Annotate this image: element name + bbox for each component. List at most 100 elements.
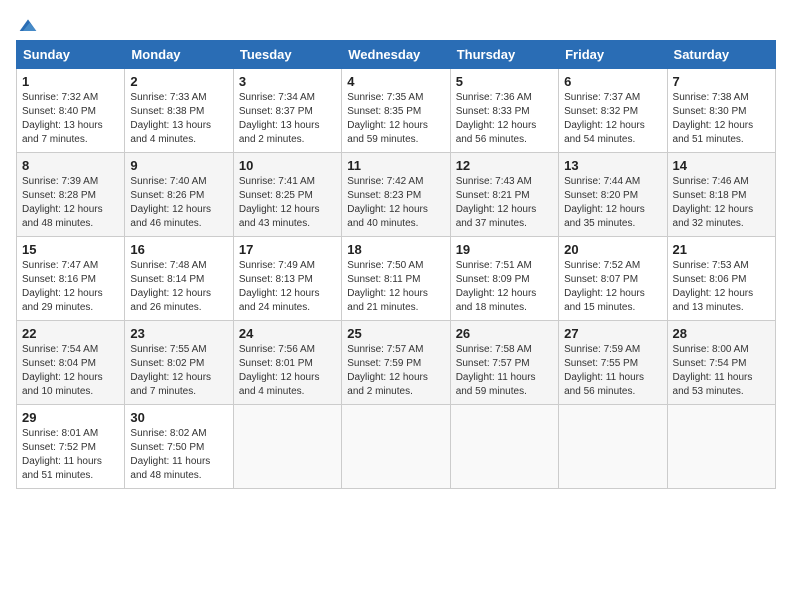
day-info: Sunrise: 7:57 AMSunset: 7:59 PMDaylight:… [347,343,444,399]
logo-icon [18,16,38,36]
calendar-table: SundayMondayTuesdayWednesdayThursdayFrid… [16,40,776,489]
calendar-cell: 17 Sunrise: 7:49 AMSunset: 8:13 PMDayligh… [233,237,341,321]
calendar-cell: 22 Sunrise: 7:54 AMSunset: 8:04 PMDayligh… [17,321,125,405]
day-info: Sunrise: 7:54 AMSunset: 8:04 PMDaylight:… [22,343,119,399]
calendar-cell: 5 Sunrise: 7:36 AMSunset: 8:33 PMDaylight… [450,69,558,153]
day-number: 10 [239,158,336,173]
calendar-cell: 8Sunrise: 7:39 AMSunset: 8:28 PMDaylight… [17,153,125,237]
day-info: Sunrise: 7:48 AMSunset: 8:14 PMDaylight:… [130,259,227,315]
day-info: Sunrise: 7:32 AMSunset: 8:40 PMDaylight:… [22,91,119,147]
day-number: 18 [347,242,444,257]
column-header-sunday: Sunday [17,41,125,69]
day-info: Sunrise: 7:42 AMSunset: 8:23 PMDaylight:… [347,175,444,231]
day-number: 24 [239,326,336,341]
calendar-cell: 21 Sunrise: 7:53 AMSunset: 8:06 PMDayligh… [667,237,775,321]
day-info: Sunrise: 7:41 AMSunset: 8:25 PMDaylight:… [239,175,336,231]
day-info: Sunrise: 8:02 AMSunset: 7:50 PMDaylight:… [130,427,227,483]
calendar-cell: 10 Sunrise: 7:41 AMSunset: 8:25 PMDayligh… [233,153,341,237]
day-number: 20 [564,242,661,257]
day-number: 19 [456,242,553,257]
day-number: 21 [673,242,770,257]
calendar-cell: 13Sunrise: 7:44 AMSunset: 8:20 PMDayligh… [559,153,667,237]
page-header [16,16,776,30]
day-info: Sunrise: 7:50 AMSunset: 8:11 PMDaylight:… [347,259,444,315]
logo [16,16,38,30]
column-header-tuesday: Tuesday [233,41,341,69]
calendar-cell: 23Sunrise: 7:55 AMSunset: 8:02 PMDayligh… [125,321,233,405]
calendar-cell: 14 Sunrise: 7:46 AMSunset: 8:18 PMDayligh… [667,153,775,237]
calendar-cell: 16 Sunrise: 7:48 AMSunset: 8:14 PMDayligh… [125,237,233,321]
calendar-week-row: 15Sunrise: 7:47 AMSunset: 8:16 PMDayligh… [17,237,776,321]
calendar-cell: 11 Sunrise: 7:42 AMSunset: 8:23 PMDayligh… [342,153,450,237]
calendar-cell: 20 Sunrise: 7:52 AMSunset: 8:07 PMDayligh… [559,237,667,321]
column-header-monday: Monday [125,41,233,69]
calendar-cell: 15Sunrise: 7:47 AMSunset: 8:16 PMDayligh… [17,237,125,321]
day-info: Sunrise: 7:49 AMSunset: 8:13 PMDaylight:… [239,259,336,315]
calendar-cell: 19 Sunrise: 7:51 AMSunset: 8:09 PMDayligh… [450,237,558,321]
day-number: 16 [130,242,227,257]
day-info: Sunrise: 7:59 AMSunset: 7:55 PMDaylight:… [564,343,661,399]
day-number: 22 [22,326,119,341]
calendar-cell: 6Sunrise: 7:37 AMSunset: 8:32 PMDaylight… [559,69,667,153]
calendar-header-row: SundayMondayTuesdayWednesdayThursdayFrid… [17,41,776,69]
calendar-week-row: 1 Sunrise: 7:32 AMSunset: 8:40 PMDaylight… [17,69,776,153]
column-header-saturday: Saturday [667,41,775,69]
calendar-week-row: 8Sunrise: 7:39 AMSunset: 8:28 PMDaylight… [17,153,776,237]
day-number: 26 [456,326,553,341]
day-info: Sunrise: 7:46 AMSunset: 8:18 PMDaylight:… [673,175,770,231]
calendar-cell: 24 Sunrise: 7:56 AMSunset: 8:01 PMDayligh… [233,321,341,405]
day-info: Sunrise: 7:56 AMSunset: 8:01 PMDaylight:… [239,343,336,399]
day-number: 15 [22,242,119,257]
calendar-cell: 12Sunrise: 7:43 AMSunset: 8:21 PMDayligh… [450,153,558,237]
day-info: Sunrise: 7:40 AMSunset: 8:26 PMDaylight:… [130,175,227,231]
day-number: 12 [456,158,553,173]
day-number: 30 [130,410,227,425]
day-info: Sunrise: 7:33 AMSunset: 8:38 PMDaylight:… [130,91,227,147]
calendar-cell: 30 Sunrise: 8:02 AMSunset: 7:50 PMDayligh… [125,405,233,489]
column-header-thursday: Thursday [450,41,558,69]
calendar-week-row: 22 Sunrise: 7:54 AMSunset: 8:04 PMDayligh… [17,321,776,405]
calendar-cell: 25 Sunrise: 7:57 AMSunset: 7:59 PMDayligh… [342,321,450,405]
calendar-cell: 2 Sunrise: 7:33 AMSunset: 8:38 PMDaylight… [125,69,233,153]
day-number: 5 [456,74,553,89]
calendar-cell [667,405,775,489]
day-number: 14 [673,158,770,173]
day-info: Sunrise: 7:39 AMSunset: 8:28 PMDaylight:… [22,175,119,231]
day-number: 4 [347,74,444,89]
calendar-cell: 1 Sunrise: 7:32 AMSunset: 8:40 PMDaylight… [17,69,125,153]
day-info: Sunrise: 7:35 AMSunset: 8:35 PMDaylight:… [347,91,444,147]
calendar-cell: 9 Sunrise: 7:40 AMSunset: 8:26 PMDaylight… [125,153,233,237]
calendar-cell: 27 Sunrise: 7:59 AMSunset: 7:55 PMDayligh… [559,321,667,405]
day-number: 7 [673,74,770,89]
column-header-wednesday: Wednesday [342,41,450,69]
day-info: Sunrise: 7:52 AMSunset: 8:07 PMDaylight:… [564,259,661,315]
day-number: 1 [22,74,119,89]
calendar-cell: 28Sunrise: 8:00 AMSunset: 7:54 PMDayligh… [667,321,775,405]
day-info: Sunrise: 7:38 AMSunset: 8:30 PMDaylight:… [673,91,770,147]
calendar-cell [450,405,558,489]
calendar-cell [342,405,450,489]
calendar-cell: 18 Sunrise: 7:50 AMSunset: 8:11 PMDayligh… [342,237,450,321]
day-number: 6 [564,74,661,89]
day-info: Sunrise: 7:53 AMSunset: 8:06 PMDaylight:… [673,259,770,315]
calendar-cell [233,405,341,489]
calendar-cell [559,405,667,489]
day-info: Sunrise: 7:36 AMSunset: 8:33 PMDaylight:… [456,91,553,147]
calendar-cell: 3Sunrise: 7:34 AMSunset: 8:37 PMDaylight… [233,69,341,153]
day-number: 9 [130,158,227,173]
calendar-week-row: 29Sunrise: 8:01 AMSunset: 7:52 PMDayligh… [17,405,776,489]
day-number: 23 [130,326,227,341]
calendar-cell: 29Sunrise: 8:01 AMSunset: 7:52 PMDayligh… [17,405,125,489]
day-number: 25 [347,326,444,341]
day-number: 29 [22,410,119,425]
day-number: 28 [673,326,770,341]
day-number: 13 [564,158,661,173]
day-info: Sunrise: 7:51 AMSunset: 8:09 PMDaylight:… [456,259,553,315]
day-number: 2 [130,74,227,89]
day-number: 27 [564,326,661,341]
calendar-cell: 26Sunrise: 7:58 AMSunset: 7:57 PMDayligh… [450,321,558,405]
day-number: 17 [239,242,336,257]
column-header-friday: Friday [559,41,667,69]
day-number: 3 [239,74,336,89]
day-number: 11 [347,158,444,173]
